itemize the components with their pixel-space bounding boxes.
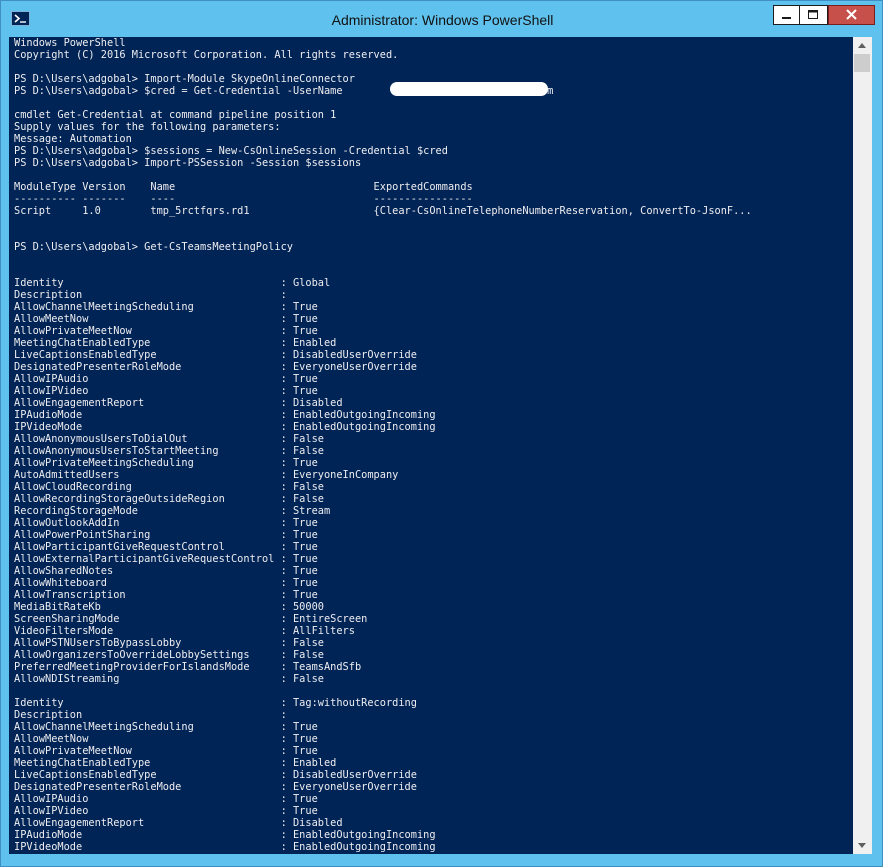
console-line: AllowIPVideo : True bbox=[14, 805, 318, 817]
console-area[interactable]: Windows PowerShell Copyright (C) 2016 Mic… bbox=[9, 37, 853, 854]
console-line: IPVideoMode : EnabledOutgoingIncoming bbox=[14, 841, 436, 853]
console-line: RecordingStorageMode : Stream bbox=[14, 505, 331, 517]
console-line: PreferredMeetingProviderForIslandsMode :… bbox=[14, 661, 362, 673]
console-line: IPAudioMode : EnabledOutgoingIncoming bbox=[14, 829, 436, 841]
maximize-icon bbox=[808, 10, 818, 19]
console-output: Windows PowerShell Copyright (C) 2016 Mic… bbox=[14, 37, 752, 853]
minimize-button[interactable] bbox=[773, 5, 800, 25]
console-line: PS D:\Users\adgobal> Import-PSSession -S… bbox=[14, 157, 362, 169]
console-line: VideoFiltersMode : AllFilters bbox=[14, 625, 355, 637]
console-line: AllowAnonymousUsersToDialOut : False bbox=[14, 433, 324, 445]
console-line: AllowIPAudio : True bbox=[14, 373, 318, 385]
console-line: AllowNDIStreaming : False bbox=[14, 673, 324, 685]
redacted-username bbox=[390, 82, 548, 96]
console-line: AllowPrivateMeetNow : True bbox=[14, 745, 318, 757]
console-line: AutoAdmittedUsers : EveryoneInCompany bbox=[14, 469, 399, 481]
console-line: Windows PowerShell bbox=[14, 37, 126, 49]
console-line: Message: Automation bbox=[14, 133, 132, 145]
console-line: AllowTranscription : True bbox=[14, 589, 318, 601]
console-line: AllowOutlookAddIn : True bbox=[14, 517, 318, 529]
console-line: Supply values for the following paramete… bbox=[14, 121, 281, 133]
console-line: AllowMeetNow : True bbox=[14, 733, 318, 745]
console-line: AllowEngagementReport : Disabled bbox=[14, 397, 343, 409]
console-line: LiveCaptionsEnabledType : DisabledUserOv… bbox=[14, 349, 417, 361]
console-line: PS D:\Users\adgobal> Import-Module Skype… bbox=[14, 73, 355, 85]
close-button[interactable] bbox=[828, 5, 875, 25]
scroll-up-arrow-icon bbox=[858, 43, 866, 48]
console-line: IPVideoMode : EnabledOutgoingIncoming bbox=[14, 421, 436, 433]
scroll-down-button[interactable] bbox=[853, 837, 872, 854]
scrollbar-thumb[interactable] bbox=[854, 54, 870, 72]
console-line: ---------- ------- ---- ---------------- bbox=[14, 193, 473, 205]
console-line: AllowPrivateMeetNow : True bbox=[14, 325, 318, 337]
console-line: Identity : Global bbox=[14, 277, 331, 289]
console-line: Identity : Tag:withoutRecording bbox=[14, 697, 417, 709]
console-line: AllowMeetNow : True bbox=[14, 313, 318, 325]
scroll-up-button[interactable] bbox=[853, 37, 872, 54]
powershell-window: Administrator: Windows PowerShell Window… bbox=[0, 0, 883, 867]
console-line: AllowExternalParticipantGiveRequestContr… bbox=[14, 553, 318, 565]
console-line: DesignatedPresenterRoleMode : EveryoneUs… bbox=[14, 781, 417, 793]
console-line: PS D:\Users\adgobal> $sessions = New-CsO… bbox=[14, 145, 448, 157]
console-line: Copyright (C) 2016 Microsoft Corporation… bbox=[14, 49, 399, 61]
minimize-icon bbox=[782, 17, 791, 19]
console-line: IPAudioMode : EnabledOutgoingIncoming bbox=[14, 409, 436, 421]
window-title: Administrator: Windows PowerShell bbox=[331, 12, 554, 28]
console-line: AllowChannelMeetingScheduling : True bbox=[14, 721, 318, 733]
console-line: AllowPrivateMeetingScheduling : True bbox=[14, 457, 318, 469]
console-line: AllowAnonymousUsersToStartMeeting : Fals… bbox=[14, 445, 324, 457]
console-line: PS D:\Users\adgobal> $cred = Get-Credent… bbox=[14, 85, 554, 97]
console-line: Description : bbox=[14, 709, 287, 721]
console-line: AllowIPVideo : True bbox=[14, 385, 318, 397]
console-line: ModuleType Version Name ExportedCommands bbox=[14, 181, 473, 193]
console-line: AllowEngagementReport : Disabled bbox=[14, 817, 343, 829]
console-line: Script 1.0 tmp_5rctfqrs.rd1 {Clear-CsOnl… bbox=[14, 205, 752, 217]
vertical-scrollbar[interactable] bbox=[853, 37, 872, 854]
console-line: AllowPSTNUsersToBypassLobby : False bbox=[14, 637, 324, 649]
close-icon bbox=[846, 9, 857, 20]
console-line: AllowWhiteboard : True bbox=[14, 577, 318, 589]
console-line: Description : bbox=[14, 289, 287, 301]
console-line: MeetingChatEnabledType : Enabled bbox=[14, 757, 337, 769]
console-line: ScreenSharingMode : EntireScreen bbox=[14, 613, 368, 625]
console-line: AllowPowerPointSharing : True bbox=[14, 529, 318, 541]
title-bar[interactable]: Administrator: Windows PowerShell bbox=[1, 1, 882, 37]
console-line: AllowSharedNotes : True bbox=[14, 565, 318, 577]
console-line: MediaBitRateKb : 50000 bbox=[14, 601, 324, 613]
console-line: AllowIPAudio : True bbox=[14, 793, 318, 805]
console-line: MeetingChatEnabledType : Enabled bbox=[14, 337, 337, 349]
console-line: DesignatedPresenterRoleMode : EveryoneUs… bbox=[14, 361, 417, 373]
console-line: AllowCloudRecording : False bbox=[14, 481, 324, 493]
maximize-button[interactable] bbox=[800, 5, 828, 25]
console-line: LiveCaptionsEnabledType : DisabledUserOv… bbox=[14, 769, 417, 781]
scroll-down-arrow-icon bbox=[858, 843, 866, 848]
console-line: AllowRecordingStorageOutsideRegion : Fal… bbox=[14, 493, 324, 505]
console-line: cmdlet Get-Credential at command pipelin… bbox=[14, 109, 337, 121]
console-line: AllowChannelMeetingScheduling : True bbox=[14, 301, 318, 313]
console-line: PS D:\Users\adgobal> Get-CsTeamsMeetingP… bbox=[14, 241, 293, 253]
console-line: AllowOrganizersToOverrideLobbySettings :… bbox=[14, 649, 324, 661]
console-line: AllowParticipantGiveRequestControl : Tru… bbox=[14, 541, 318, 553]
